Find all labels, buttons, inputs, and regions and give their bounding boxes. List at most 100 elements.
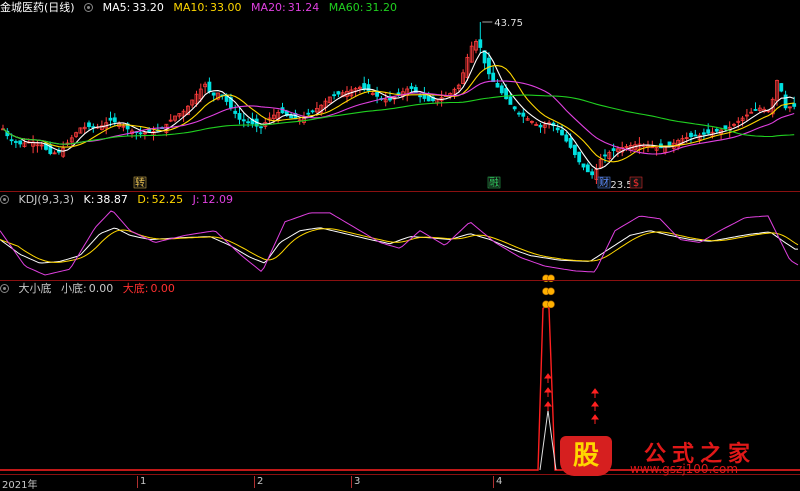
candle-body [603,154,607,157]
event-marker: 融 [489,177,499,189]
candle-body [495,82,500,88]
candle-body [689,132,693,138]
candle-body [555,127,560,131]
candle-body [783,94,788,109]
candle-body [108,117,113,121]
candle-body [573,144,577,156]
candle-body [259,126,263,129]
candle-body [418,95,423,98]
coin-icon [547,300,555,309]
ma5-value: 33.20 [132,1,164,14]
candle-body [499,85,504,94]
candle-body [508,96,513,105]
candle-body [9,139,14,142]
k-label: K: [83,193,95,206]
candle-body [792,103,797,107]
ma60-label: MA60: [328,1,364,14]
k-value: 38.87 [96,193,128,206]
candle-body [13,141,18,143]
time-axis-label: 2 [257,476,264,487]
settings-icon[interactable] [0,284,9,293]
candle-body [486,57,491,75]
d-value: 52.25 [151,193,184,206]
candle-body [246,121,251,124]
ma10-value: 33.00 [210,1,242,14]
candle-body [779,83,784,92]
watermark-logo: 股 公式之家 www.gszj100.com [560,436,790,476]
panel-divider[interactable] [0,280,800,281]
kdj-panel-header: KDJ(9,3,3) K: 38.87 D: 52.25 J: 12.09 [0,193,239,207]
candle-body [581,163,586,168]
small-bottom-value: 0.00 [88,282,114,295]
time-axis-label: 2021年 [2,480,38,491]
indicator-title[interactable]: 大小底 [19,282,52,295]
candle-body [538,124,543,128]
time-axis-tick [137,476,138,488]
candle-body [336,91,341,95]
time-axis-tick [351,476,352,488]
candle-body [491,72,496,82]
time-axis-tick [254,476,255,488]
kline-chart-canvas[interactable]: 43.7523.50转融财 $ [0,0,800,490]
time-axis-tick [493,476,494,488]
candle-body [409,86,414,89]
indicator-panel-header: 大小底 小底: 0.00 大底: 0.00 [0,282,181,296]
event-marker: 财 [599,176,609,189]
candle-body [564,134,569,142]
ma60-value: 31.20 [365,1,397,14]
stock-title[interactable]: 金城医药(日线) [0,1,75,14]
coin-icon [547,287,555,296]
logo-badge: 股 [560,436,612,476]
candle-body [237,113,242,120]
candle-body [590,171,594,176]
big-bottom-label: 大底: [122,282,149,295]
candle-body [310,110,315,113]
high-price-label: 43.75 [494,18,523,29]
candle-body [693,134,698,137]
candle-body [478,39,483,48]
event-marker: $ [633,178,639,189]
candle-body [568,137,573,148]
candle-body [577,151,582,163]
big-bottom-value: 0.00 [150,282,175,295]
candle-body [362,83,367,90]
candle-body [289,114,294,119]
candle-body [112,117,117,123]
candle-body [714,128,719,132]
logo-url: www.gszj100.com [630,462,739,476]
d-label: D: [137,193,150,206]
candle-body [233,110,238,114]
candle-body [18,140,23,145]
candle-body [211,92,216,96]
candle-body [138,132,143,135]
settings-icon[interactable] [0,195,9,204]
candle-body [560,129,564,136]
j-value: 12.09 [201,193,234,206]
candle-body [585,164,590,173]
ma5-label: MA5: [102,1,131,14]
candle-body [667,141,672,147]
candle-body [517,112,521,115]
ma20-label: MA20: [251,1,286,14]
candle-body [504,88,509,100]
candle-body [87,122,91,127]
time-axis-label: 3 [354,476,361,487]
small-bottom-label: 小底: [61,282,87,295]
event-marker: 转 [135,176,145,189]
candle-body [306,112,311,115]
ma10-label: MA10: [173,1,209,14]
candle-body [241,119,246,122]
price-panel-header: 金城医药(日线) MA5: 33.20 MA10: 33.00 MA20: 31.24… [0,1,403,15]
candle-body [512,106,517,110]
settings-icon[interactable] [84,3,94,12]
kdj-title[interactable]: KDJ(9,3,3) [19,193,75,206]
candle-body [753,109,758,111]
panel-divider[interactable] [0,191,800,192]
candle-body [706,129,711,134]
j-label: J: [192,193,200,206]
candle-body [723,125,728,130]
time-axis-label: 4 [496,476,503,487]
candle-body [521,112,526,117]
candle-body [611,148,616,151]
candle-body [332,94,337,97]
